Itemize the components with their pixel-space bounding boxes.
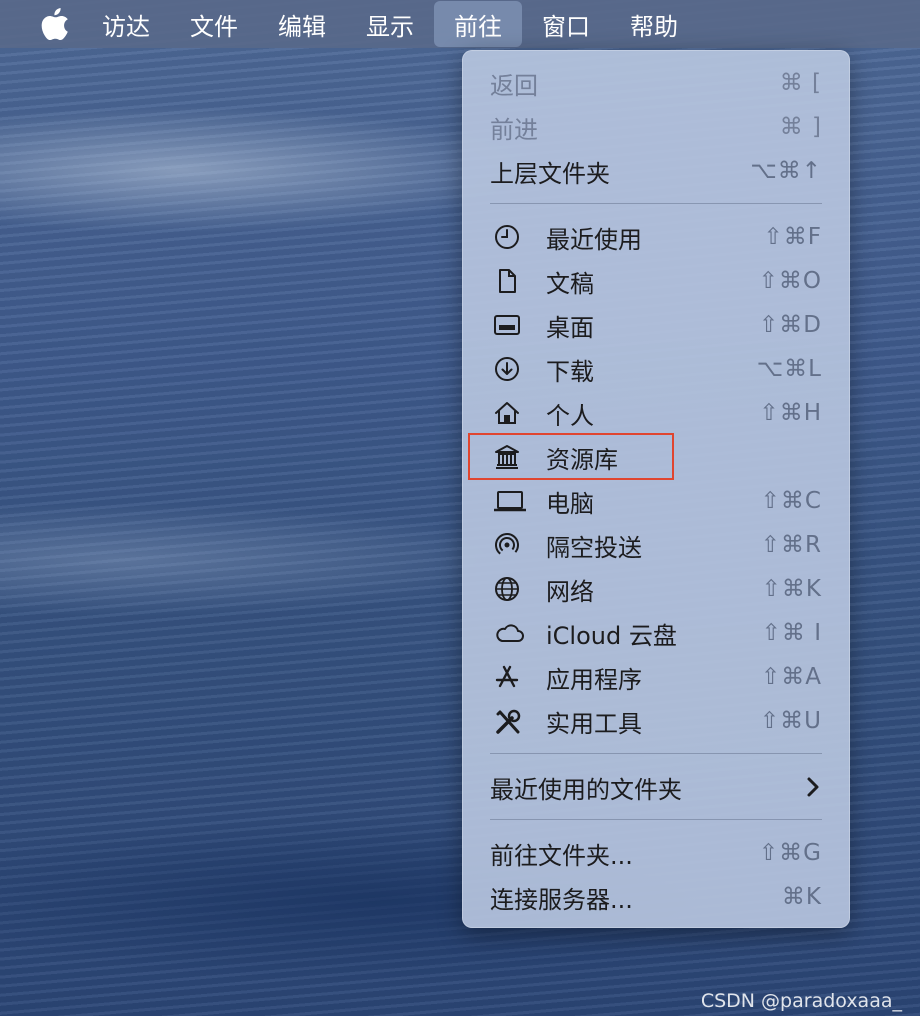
menu-item-shortcut: ⇧⌘R (760, 532, 822, 558)
appstore-icon (494, 664, 520, 690)
menu-item-label: 应用程序 (546, 665, 642, 694)
document-icon (494, 268, 520, 294)
chevron-right-icon (806, 776, 820, 798)
airdrop-icon (494, 532, 520, 558)
tools-icon (494, 708, 521, 734)
menu-item-shortcut: ⌥⌘↑ (750, 158, 822, 184)
menu-item-icloud-drive[interactable]: iCloud 云盘 ⇧⌘ I (462, 611, 850, 655)
menu-item-label: 桌面 (546, 313, 594, 342)
menu-item-shortcut: ⌥⌘L (756, 356, 822, 382)
menu-item-home[interactable]: 个人 ⇧⌘H (462, 391, 850, 435)
menu-bar: 访达 文件 编辑 显示 前往 窗口 帮助 (0, 0, 920, 48)
menu-item-label: 实用工具 (546, 709, 642, 738)
menu-item-computer[interactable]: 电脑 ⇧⌘C (462, 479, 850, 523)
globe-icon (494, 576, 520, 602)
menu-item-shortcut: ⇧⌘D (759, 312, 822, 338)
menu-item-applications[interactable]: 应用程序 ⇧⌘A (462, 655, 850, 699)
laptop-icon (494, 488, 526, 514)
menu-help[interactable]: 帮助 (610, 0, 698, 48)
go-menu-dropdown: 返回 ⌘ [ 前进 ⌘ ] 上层文件夹 ⌥⌘↑ 最近使用 ⇧⌘F 文稿 ⇧⌘O … (462, 50, 850, 928)
desktop-icon (494, 312, 520, 338)
menu-item-label: 网络 (546, 577, 594, 606)
menu-item-shortcut: ⌘ ] (779, 114, 822, 140)
download-icon (494, 356, 520, 382)
menu-item-label: 隔空投送 (546, 533, 642, 562)
menu-item-shortcut: ⇧⌘ I (761, 620, 822, 646)
menu-item-back: 返回 ⌘ [ (462, 61, 850, 105)
cloud-icon (494, 620, 524, 646)
menu-item-desktop[interactable]: 桌面 ⇧⌘D (462, 303, 850, 347)
menu-item-shortcut: ⇧⌘A (760, 664, 822, 690)
home-icon (494, 400, 520, 426)
menu-item-label: 文稿 (546, 269, 594, 298)
menu-file[interactable]: 文件 (170, 0, 258, 48)
menu-go[interactable]: 前往 (434, 1, 522, 47)
menu-item-label: 最近使用的文件夹 (490, 775, 682, 804)
menu-finder[interactable]: 访达 (82, 0, 170, 48)
menu-item-label: iCloud 云盘 (546, 621, 677, 650)
clock-icon (494, 224, 520, 250)
menu-item-label: 连接服务器... (490, 885, 633, 914)
menu-view[interactable]: 显示 (346, 0, 434, 48)
menu-item-label: 最近使用 (546, 225, 642, 254)
menu-window[interactable]: 窗口 (522, 0, 610, 48)
menu-separator (490, 753, 822, 754)
menu-item-shortcut: ⇧⌘K (761, 576, 822, 602)
menu-item-enclosing-folder[interactable]: 上层文件夹 ⌥⌘↑ (462, 149, 850, 193)
menu-item-shortcut: ⇧⌘U (759, 708, 822, 734)
menu-separator (490, 203, 822, 204)
menu-item-label: 电脑 (546, 489, 594, 518)
menu-item-shortcut: ⌘ [ (779, 70, 822, 96)
menu-item-label: 返回 (490, 71, 538, 100)
menu-item-label: 下载 (546, 357, 594, 386)
menu-item-recent-folders[interactable]: 最近使用的文件夹 (462, 765, 850, 809)
menu-item-utilities[interactable]: 实用工具 ⇧⌘U (462, 699, 850, 743)
menu-item-recents[interactable]: 最近使用 ⇧⌘F (462, 215, 850, 259)
menu-item-shortcut: ⇧⌘G (758, 840, 822, 866)
menu-item-label: 前往文件夹... (490, 841, 633, 870)
menu-separator (490, 819, 822, 820)
menu-edit[interactable]: 编辑 (258, 0, 346, 48)
menu-item-downloads[interactable]: 下载 ⌥⌘L (462, 347, 850, 391)
menu-item-shortcut: ⇧⌘F (763, 224, 822, 250)
menu-item-network[interactable]: 网络 ⇧⌘K (462, 567, 850, 611)
menu-item-documents[interactable]: 文稿 ⇧⌘O (462, 259, 850, 303)
menu-item-label: 上层文件夹 (490, 159, 610, 188)
menu-item-label: 个人 (546, 401, 594, 430)
apple-logo-icon[interactable] (28, 8, 82, 40)
menu-item-shortcut: ⇧⌘O (758, 268, 822, 294)
menu-item-go-to-folder[interactable]: 前往文件夹... ⇧⌘G (462, 831, 850, 875)
menu-item-airdrop[interactable]: 隔空投送 ⇧⌘R (462, 523, 850, 567)
menu-item-shortcut: ⇧⌘C (760, 488, 822, 514)
watermark: CSDN @paradoxaaa_ (700, 990, 902, 1012)
menu-item-shortcut: ⌘K (781, 884, 822, 910)
menu-item-forward: 前进 ⌘ ] (462, 105, 850, 149)
highlight-box (468, 433, 674, 480)
menu-item-shortcut: ⇧⌘H (759, 400, 822, 426)
menu-item-label: 前进 (490, 115, 538, 144)
menu-item-connect-server[interactable]: 连接服务器... ⌘K (462, 875, 850, 919)
